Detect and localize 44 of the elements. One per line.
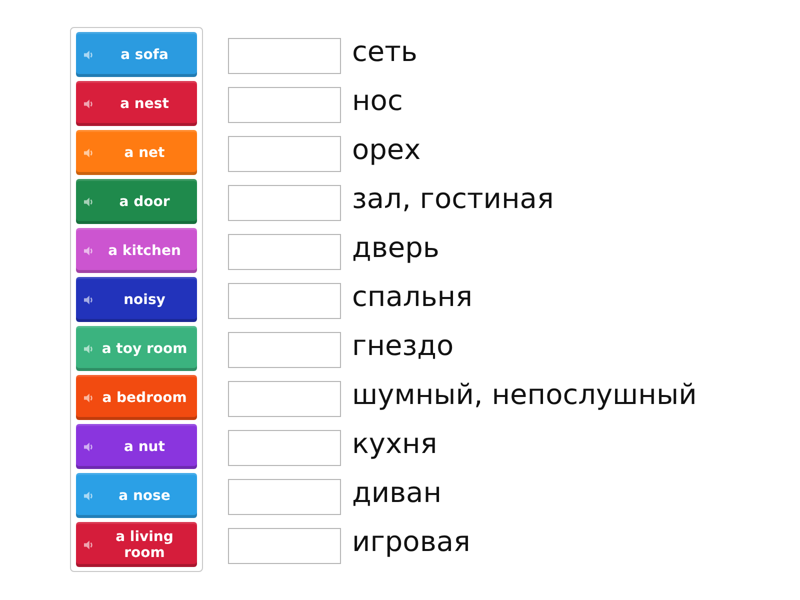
- answer-box[interactable]: [228, 478, 341, 514]
- word-tile[interactable]: noisy: [76, 277, 197, 322]
- answer-box[interactable]: [228, 38, 341, 74]
- answer-box[interactable]: [228, 234, 341, 270]
- word-tile[interactable]: a door: [76, 179, 197, 224]
- speaker-icon: [84, 98, 94, 108]
- answer-text: зал, гостиная: [352, 182, 554, 215]
- speaker-icon: [84, 442, 94, 452]
- answer-text: нос: [352, 84, 403, 117]
- word-tile[interactable]: a net: [76, 130, 197, 175]
- speaker-icon: [84, 344, 94, 354]
- speaker-icon: [84, 148, 94, 158]
- answer-text: сеть: [352, 35, 418, 68]
- speaker-icon: [84, 392, 94, 402]
- word-tile[interactable]: a sofa: [76, 32, 197, 77]
- answer-text: гнездо: [352, 329, 454, 362]
- word-tile[interactable]: a nose: [76, 473, 197, 518]
- word-tile[interactable]: a kitchen: [76, 228, 197, 273]
- answer-text: шумный, непослушный: [352, 378, 697, 411]
- answer-text: дверь: [352, 231, 440, 264]
- word-tile[interactable]: a bedroom: [76, 375, 197, 420]
- answer-text: спальня: [352, 280, 472, 313]
- word-tile[interactable]: a nut: [76, 424, 197, 469]
- speaker-icon: [84, 246, 94, 256]
- speaker-icon: [84, 50, 94, 60]
- answer-text: кухня: [352, 427, 438, 460]
- answer-text: диван: [352, 476, 442, 509]
- word-tile[interactable]: a nest: [76, 81, 197, 126]
- speaker-icon: [84, 490, 94, 500]
- answer-box[interactable]: [228, 332, 341, 368]
- speaker-icon: [84, 294, 94, 304]
- answer-box[interactable]: [228, 86, 341, 122]
- answer-box[interactable]: [228, 430, 341, 466]
- answer-box[interactable]: [228, 380, 341, 416]
- answer-text: игровая: [352, 525, 470, 558]
- answer-box[interactable]: [228, 136, 341, 172]
- answer-text: орех: [352, 133, 421, 166]
- answer-box[interactable]: [228, 184, 341, 220]
- word-tile[interactable]: a toy room: [76, 326, 197, 371]
- speaker-icon: [84, 540, 94, 550]
- word-tile[interactable]: a living room: [76, 522, 197, 567]
- speaker-icon: [84, 196, 94, 206]
- answer-box[interactable]: [228, 282, 341, 318]
- answer-box[interactable]: [228, 528, 341, 564]
